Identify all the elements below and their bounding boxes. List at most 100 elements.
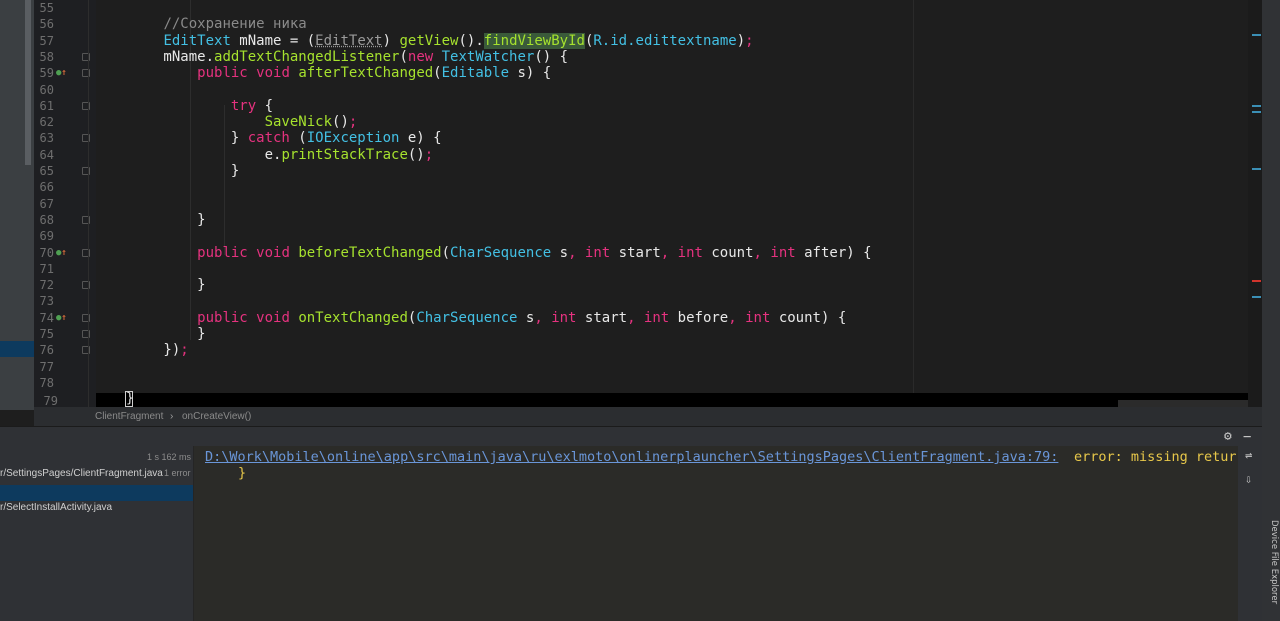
code-token: } xyxy=(96,277,206,294)
stripe-marker[interactable] xyxy=(1252,105,1261,107)
code-line[interactable]: } xyxy=(96,277,206,294)
code-line[interactable]: } catch (IOException e) { xyxy=(96,130,442,146)
error-file-link[interactable]: D:\Work\Mobile\online\app\src\main\java\… xyxy=(205,449,1058,465)
code-token: mName. xyxy=(96,48,215,65)
code-token: try xyxy=(230,97,257,114)
project-scrollbar[interactable] xyxy=(25,0,31,165)
code-token: s) { xyxy=(509,65,552,82)
code-token: ( xyxy=(441,244,451,261)
code-token: ) xyxy=(382,32,400,49)
code-token: beforeTextChanged xyxy=(298,244,442,261)
code-token: getView xyxy=(399,32,459,49)
project-selected-row[interactable] xyxy=(0,341,34,357)
line-number: 77 xyxy=(39,359,54,374)
code-line[interactable]: SaveNick(); xyxy=(96,114,358,131)
build-tree-item[interactable]: r/SelectInstallActivity.java xyxy=(0,502,112,513)
code-token: s xyxy=(551,244,569,261)
scroll-to-end-icon[interactable]: ⇩ xyxy=(1245,472,1252,486)
override-method-icon[interactable]: ●↑ xyxy=(56,67,70,79)
text-caret[interactable]: } xyxy=(125,391,134,407)
code-line[interactable]: public void afterTextChanged(Editable s)… xyxy=(96,65,551,81)
stripe-marker[interactable] xyxy=(1252,296,1261,298)
build-tree: 1 s 162 ms r/SettingsPages/ClientFragmen… xyxy=(0,446,193,621)
code-line[interactable]: e.printStackTrace(); xyxy=(96,146,434,163)
breadcrumb-class[interactable]: ClientFragment xyxy=(95,407,163,426)
soft-wrap-icon[interactable]: ⇌ xyxy=(1245,448,1252,462)
line-number: 57 xyxy=(39,33,54,48)
error-message: error: missing retur xyxy=(1074,449,1237,465)
line-number: 56 xyxy=(39,17,54,32)
code-line[interactable]: public void beforeTextChanged(CharSequen… xyxy=(96,244,871,261)
editor-gutter[interactable]: 55 56 57 58 59 ●↑ 60 61 62 63 64 65 66 67 68 69 70 ●↑ 71 72… xyxy=(34,0,96,410)
current-line-highlight xyxy=(96,393,1262,407)
error-marker[interactable] xyxy=(1252,280,1261,282)
build-tree-selected-row[interactable] xyxy=(0,485,193,501)
line-number: 75 xyxy=(39,327,54,341)
code-token: findViewById xyxy=(483,32,585,49)
error-count-badge: 1 error xyxy=(164,468,191,478)
code-line[interactable]: //Сохранение ника xyxy=(96,16,306,32)
code-token: count) { xyxy=(778,309,847,326)
code-token: e. xyxy=(96,146,282,163)
code-token: } xyxy=(96,163,240,179)
line-number: 72 xyxy=(39,278,54,293)
code-token: } xyxy=(96,326,206,342)
line-number: 76 xyxy=(39,343,54,358)
code-token: () { xyxy=(534,48,569,65)
editor-horizontal-scrollbar[interactable] xyxy=(1118,400,1262,407)
code-token: () xyxy=(332,114,349,131)
stripe-marker[interactable] xyxy=(1252,34,1261,36)
code-line[interactable]: } xyxy=(96,326,206,342)
override-method-icon[interactable]: ●↑ xyxy=(56,247,70,259)
code-line[interactable]: try { xyxy=(96,98,273,114)
code-token: EditText xyxy=(163,32,231,49)
code-line[interactable]: mName.addTextChangedListener(new TextWat… xyxy=(96,49,568,65)
code-token: mName = ( xyxy=(230,32,316,49)
code-token: ; xyxy=(745,32,754,49)
build-tree-item[interactable]: r/SettingsPages/ClientFragment.java 1 er… xyxy=(0,468,191,479)
project-panel-strip[interactable] xyxy=(0,0,34,410)
code-token: { xyxy=(256,97,274,114)
device-file-explorer-tab[interactable]: Device File Explorer xyxy=(1265,520,1279,612)
code-token: EditText xyxy=(315,32,383,49)
code-token: () xyxy=(407,146,425,163)
build-output[interactable]: D:\Work\Mobile\online\app\src\main\java\… xyxy=(193,446,1238,621)
line-number: 61 xyxy=(39,98,54,113)
line-number: 66 xyxy=(39,180,54,195)
code-line[interactable]: } xyxy=(96,163,239,179)
code-token: (). xyxy=(458,32,484,49)
code-token: count xyxy=(711,244,754,261)
build-tree-item-label: r/SelectInstallActivity.java xyxy=(0,502,113,513)
code-line[interactable]: public void onTextChanged(CharSequence s… xyxy=(96,310,846,326)
code-editor[interactable]: //Сохранение ника EditText mName = (Edit… xyxy=(88,0,1248,407)
code-token: start xyxy=(618,244,661,261)
line-number: 60 xyxy=(39,82,54,97)
minimize-icon[interactable]: − xyxy=(1243,429,1251,445)
code-token: , int xyxy=(568,244,619,261)
code-token: , int xyxy=(534,309,585,326)
code-token: R.id. xyxy=(593,32,636,49)
breadcrumb-method[interactable]: onCreateView() xyxy=(182,407,251,426)
code-token: , int xyxy=(753,244,805,261)
build-panel-header: ⚙ − xyxy=(0,426,1262,446)
code-line[interactable]: }); xyxy=(96,342,188,358)
override-method-icon[interactable]: ●↑ xyxy=(56,312,70,324)
code-token: ; xyxy=(348,114,358,131)
code-token: , int xyxy=(627,309,678,326)
code-token: SaveNick xyxy=(264,114,333,131)
code-token: } xyxy=(96,211,206,228)
stripe-marker[interactable] xyxy=(1252,111,1261,113)
gear-icon[interactable]: ⚙ xyxy=(1224,429,1232,444)
code-token: before xyxy=(677,309,729,326)
error-stripe[interactable] xyxy=(1248,0,1262,407)
line-number: 70 xyxy=(39,245,54,260)
code-line[interactable]: } xyxy=(96,211,206,228)
code-token: ( xyxy=(433,65,442,82)
breadcrumb: ClientFragment › onCreateView() xyxy=(34,407,1262,426)
code-token: public void xyxy=(197,244,299,261)
stripe-marker[interactable] xyxy=(1252,168,1261,170)
code-line[interactable]: EditText mName = (EditText) getView().fi… xyxy=(96,32,754,49)
